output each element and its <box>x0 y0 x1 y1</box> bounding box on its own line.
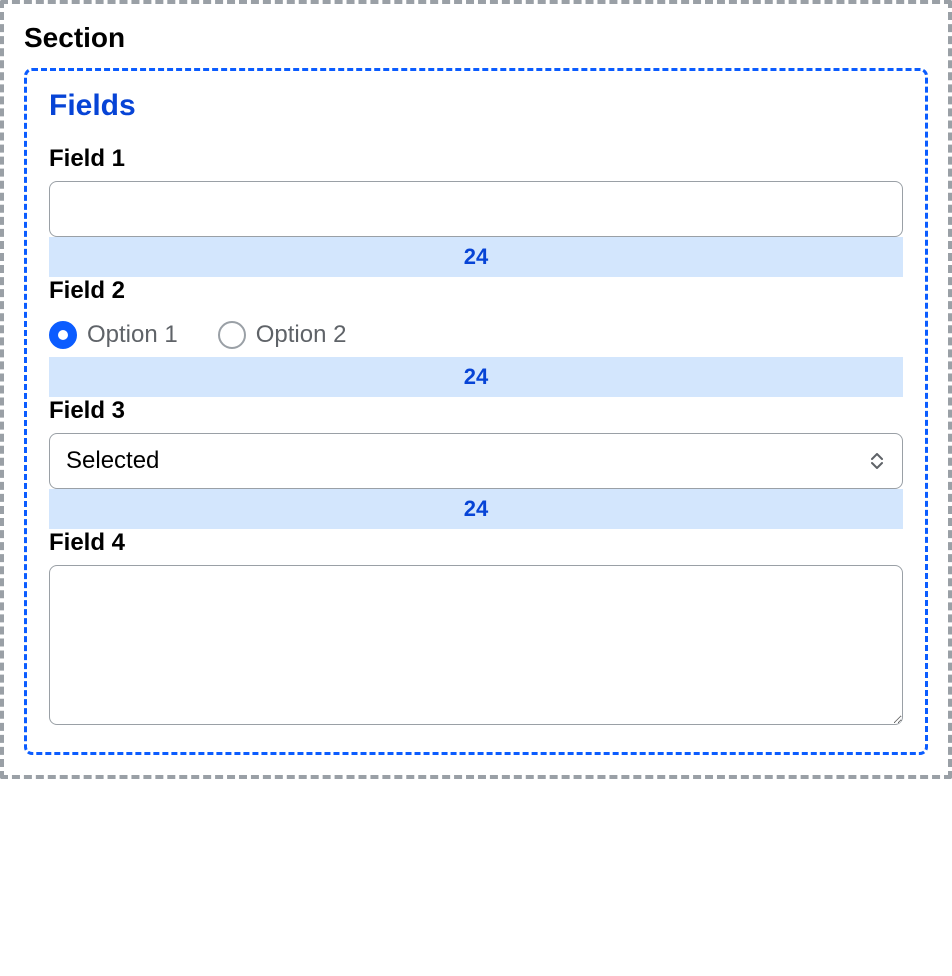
field-1-input[interactable] <box>49 181 903 237</box>
section-container: Section Fields Field 1 24 Field 2 Option… <box>0 0 952 779</box>
radio-option-1[interactable]: Option 1 <box>49 321 178 349</box>
field-4-label: Field 4 <box>49 529 903 557</box>
field-4-textarea[interactable] <box>49 565 903 725</box>
radio-option-2-label: Option 2 <box>256 321 347 349</box>
field-3-select-value: Selected <box>66 447 159 475</box>
field-2-label: Field 2 <box>49 277 903 305</box>
radio-icon <box>49 321 77 349</box>
fields-title: Fields <box>49 89 903 123</box>
radio-icon <box>218 321 246 349</box>
spacer-band-3: 24 <box>49 489 903 529</box>
radio-option-2[interactable]: Option 2 <box>218 321 347 349</box>
chevron-updown-icon <box>868 450 886 472</box>
field-3-select[interactable]: Selected <box>49 433 903 489</box>
field-3-label: Field 3 <box>49 397 903 425</box>
field-1-label: Field 1 <box>49 145 903 173</box>
spacer-band-2: 24 <box>49 357 903 397</box>
radio-option-1-label: Option 1 <box>87 321 178 349</box>
field-2-radio-group: Option 1 Option 2 <box>49 313 903 357</box>
section-title: Section <box>24 22 928 54</box>
fields-container: Fields Field 1 24 Field 2 Option 1 Optio… <box>24 68 928 755</box>
spacer-band-1: 24 <box>49 237 903 277</box>
